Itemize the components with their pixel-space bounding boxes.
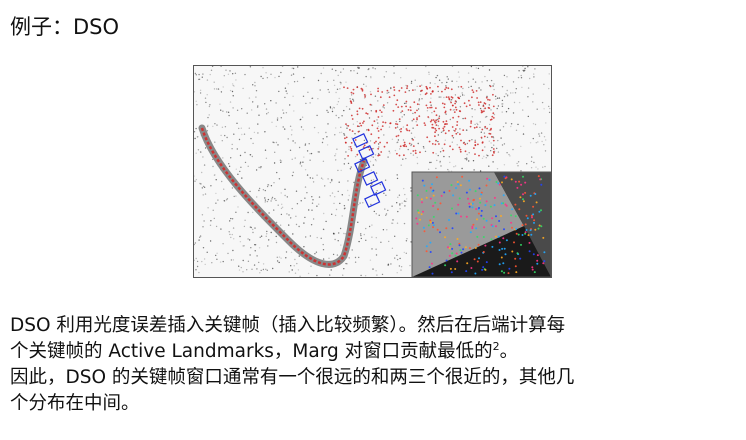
paragraph-2: 因此，DSO 的关键帧窗口通常有一个很远的和两三个很近的，其他几 个分布在中间。 [10,365,574,417]
paragraph-1-line-1: DSO 利用光度误差插入关键帧（插入比较频繁）。然后在后端计算每 [10,315,566,336]
paragraph-2-line-1: 因此，DSO 的关键帧窗口通常有一个很远的和两三个很近的，其他几 [10,367,575,388]
dso-figure [193,65,552,278]
paragraph-2-line-2: 个分布在中间。 [10,393,140,414]
inset-image [411,171,551,277]
footnote-mark: 2 [492,340,500,353]
paragraph-1-line-2: 个关键帧的 Active Landmarks，Marg 对窗口贡献最低的2。 [10,340,519,362]
slide-title: 例子：DSO [10,15,120,39]
point-cloud-image [194,66,551,277]
paragraph-1: DSO 利用光度误差插入关键帧（插入比较频繁）。然后在后端计算每 个关键帧的 A… [10,313,565,365]
